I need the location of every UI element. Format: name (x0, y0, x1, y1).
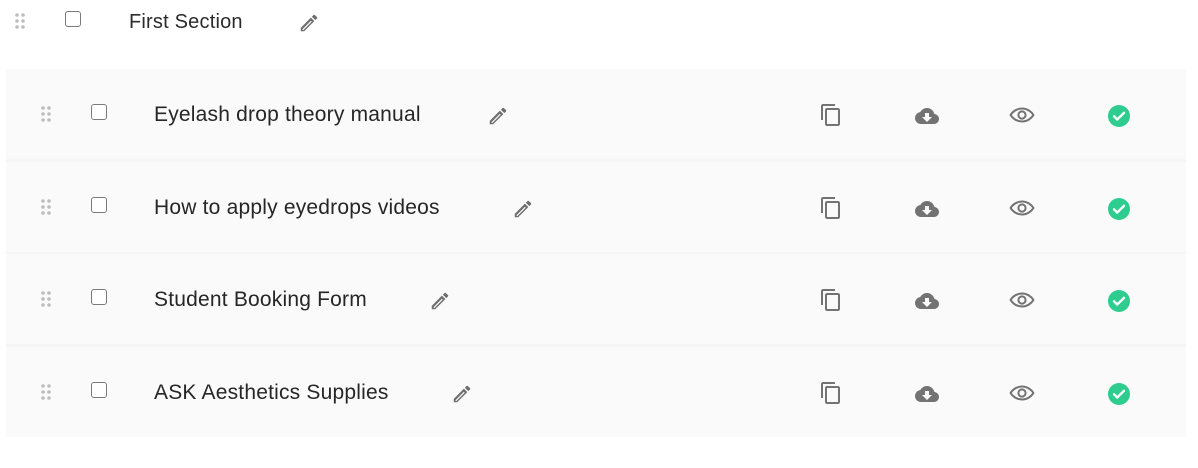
copy-icon[interactable] (819, 196, 843, 220)
pencil-icon[interactable] (298, 12, 320, 39)
drag-handle-icon[interactable] (40, 383, 52, 406)
check-circle-icon[interactable] (1107, 289, 1131, 313)
item-title: ASK Aesthetics Supplies (154, 381, 389, 404)
drag-handle-icon[interactable] (40, 105, 52, 128)
item-checkbox[interactable] (91, 197, 107, 213)
drag-handle-icon[interactable] (14, 12, 26, 35)
copy-icon[interactable] (819, 381, 843, 405)
check-circle-icon[interactable] (1107, 382, 1131, 406)
pencil-icon[interactable] (451, 383, 473, 410)
item-checkbox[interactable] (91, 382, 107, 398)
check-circle-icon[interactable] (1107, 197, 1131, 221)
list-item: Student Booking Form (6, 254, 1186, 344)
item-checkbox[interactable] (91, 104, 107, 120)
eye-icon[interactable] (1009, 383, 1035, 403)
item-checkbox[interactable] (91, 289, 107, 305)
eye-icon[interactable] (1009, 290, 1035, 310)
cloud-download-icon[interactable] (913, 104, 941, 128)
section-checkbox[interactable] (65, 11, 81, 27)
item-title: Student Booking Form (154, 288, 367, 311)
section-items-list: Eyelash drop theory manual How to apply … (6, 69, 1186, 437)
pencil-icon[interactable] (487, 105, 509, 132)
cloud-download-icon[interactable] (913, 197, 941, 221)
list-item: How to apply eyedrops videos (6, 162, 1186, 252)
cloud-download-icon[interactable] (913, 382, 941, 406)
section-header: First Section (0, 0, 1198, 46)
section-title: First Section (129, 11, 243, 33)
list-item: ASK Aesthetics Supplies (6, 347, 1186, 437)
copy-icon[interactable] (819, 288, 843, 312)
copy-icon[interactable] (819, 103, 843, 127)
drag-handle-icon[interactable] (40, 198, 52, 221)
pencil-icon[interactable] (429, 290, 451, 317)
cloud-download-icon[interactable] (913, 289, 941, 313)
eye-icon[interactable] (1009, 198, 1035, 218)
item-title: Eyelash drop theory manual (154, 103, 421, 126)
item-title: How to apply eyedrops videos (154, 196, 440, 219)
check-circle-icon[interactable] (1107, 104, 1131, 128)
drag-handle-icon[interactable] (40, 290, 52, 313)
list-item: Eyelash drop theory manual (6, 69, 1186, 159)
eye-icon[interactable] (1009, 105, 1035, 125)
pencil-icon[interactable] (512, 198, 534, 225)
